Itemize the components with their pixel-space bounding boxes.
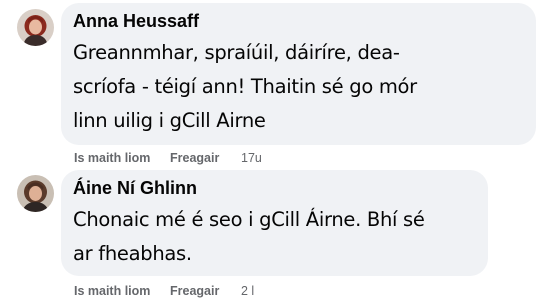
comment-text: Chonaic mé é seo i gCill Áirne. Bhí sé a… [73,203,476,271]
comment-text-line: ar fheabhas. [73,242,192,265]
like-button[interactable]: Is maith liom [74,283,170,299]
comment-timestamp[interactable]: 17u [241,150,262,166]
comment-actions: Is maith liom Freagair 2 l [74,283,254,299]
comment-bubble: Áine Ní Ghlinn Chonaic mé é seo i gCill … [61,170,488,276]
profile-photo-icon [17,175,54,212]
comment-text-line: scríofa - téigí ann! Thaitin sé go mór [73,75,417,98]
comment-text-line: Chonaic mé é seo i gCill Áirne. Bhí sé [73,208,425,231]
avatar[interactable] [17,9,54,46]
comment-timestamp[interactable]: 2 l [241,283,254,299]
avatar[interactable] [17,175,54,212]
comment-actions: Is maith liom Freagair 17u [74,150,262,166]
comment-author[interactable]: Áine Ní Ghlinn [73,177,476,199]
profile-photo-icon [17,9,54,46]
comment-text: Greannmhar, spraíúil, dáiríre, dea- scrí… [73,36,524,138]
comment-text-line: Greannmhar, spraíúil, dáiríre, dea- [73,41,400,64]
comment-bubble: Anna Heussaff Greannmhar, spraíúil, dáir… [61,3,536,145]
comment-text-line: linn uilig i gCill Airne [73,109,266,132]
reply-button[interactable]: Freagair [170,283,241,299]
reply-button[interactable]: Freagair [170,150,241,166]
like-button[interactable]: Is maith liom [74,150,170,166]
comment-author[interactable]: Anna Heussaff [73,10,524,32]
comments-section: Anna Heussaff Greannmhar, spraíúil, dáir… [0,0,545,305]
